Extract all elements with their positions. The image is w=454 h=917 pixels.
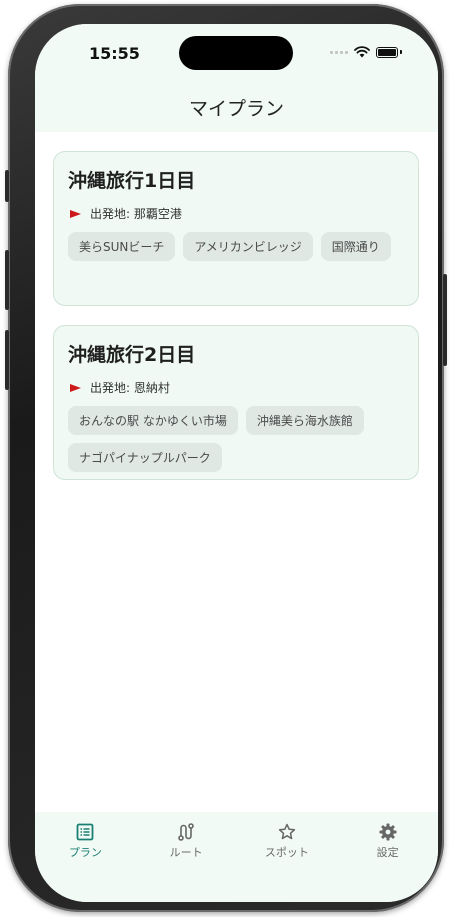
plan-title: 沖縄旅行2日目 [68, 344, 196, 366]
top-bar: 15:55 マイプラン [35, 24, 438, 132]
tab-plan[interactable]: プラン [35, 812, 136, 902]
star-icon [278, 823, 296, 840]
screen: 15:55 マイプラン 沖縄旅行1日目 出発地: 那覇空港 美らSUNビーチ ア… [35, 24, 438, 902]
gear-icon [379, 823, 397, 841]
dynamic-island [179, 36, 293, 70]
flag-icon [70, 209, 81, 218]
flag-icon [70, 383, 81, 392]
spot-tag: 国際通り [320, 232, 391, 261]
status-time: 15:55 [89, 44, 140, 63]
spot-tag: ナゴパイナップルパーク [68, 443, 222, 472]
spot-tag: おんなの駅 なかゆくい市場 [68, 406, 238, 435]
tab-bar: プラン ルート スポット 設定 [35, 812, 438, 902]
battery-icon [376, 46, 398, 58]
tab-settings[interactable]: 設定 [337, 812, 438, 902]
tab-route[interactable]: ルート [136, 812, 237, 902]
spot-tags: 美らSUNビーチ アメリカンビレッジ 国際通り [68, 232, 404, 261]
power-button [443, 274, 447, 366]
volume-down-button [5, 330, 9, 390]
plan-title: 沖縄旅行1日目 [68, 170, 196, 192]
page-title: マイプラン [188, 98, 284, 120]
route-icon [178, 823, 194, 841]
phone-frame: 15:55 マイプラン 沖縄旅行1日目 出発地: 那覇空港 美らSUNビーチ ア… [5, 4, 447, 912]
plan-origin: 出発地: 恩納村 [68, 379, 404, 396]
tab-spot[interactable]: スポット [237, 812, 338, 902]
status-indicators [330, 46, 402, 58]
action-button [5, 170, 9, 202]
wifi-icon [354, 46, 370, 58]
spot-tag: アメリカンビレッジ [183, 232, 313, 261]
plan-origin: 出発地: 那覇空港 [68, 205, 404, 222]
volume-up-button [5, 250, 9, 310]
spot-tags: おんなの駅 なかゆくい市場 沖縄美ら海水族館 ナゴパイナップルパーク [68, 406, 404, 472]
spot-tag: 沖縄美ら海水族館 [245, 406, 364, 435]
tab-label: プラン [68, 846, 102, 859]
battery-cap [400, 50, 402, 54]
origin-label: 出発地: 恩納村 [90, 381, 170, 395]
plan-card[interactable]: 沖縄旅行2日目 出発地: 恩納村 おんなの駅 なかゆくい市場 沖縄美ら海水族館 … [53, 325, 419, 480]
cellular-signal-icon [330, 50, 348, 54]
list-icon [76, 823, 94, 841]
spot-tag: 美らSUNビーチ [68, 232, 176, 261]
plan-card[interactable]: 沖縄旅行1日目 出発地: 那覇空港 美らSUNビーチ アメリカンビレッジ 国際通… [53, 151, 419, 306]
tab-label: ルート [169, 846, 203, 859]
tab-label: スポット [264, 846, 309, 859]
tab-label: 設定 [376, 846, 399, 859]
origin-label: 出発地: 那覇空港 [90, 207, 182, 221]
